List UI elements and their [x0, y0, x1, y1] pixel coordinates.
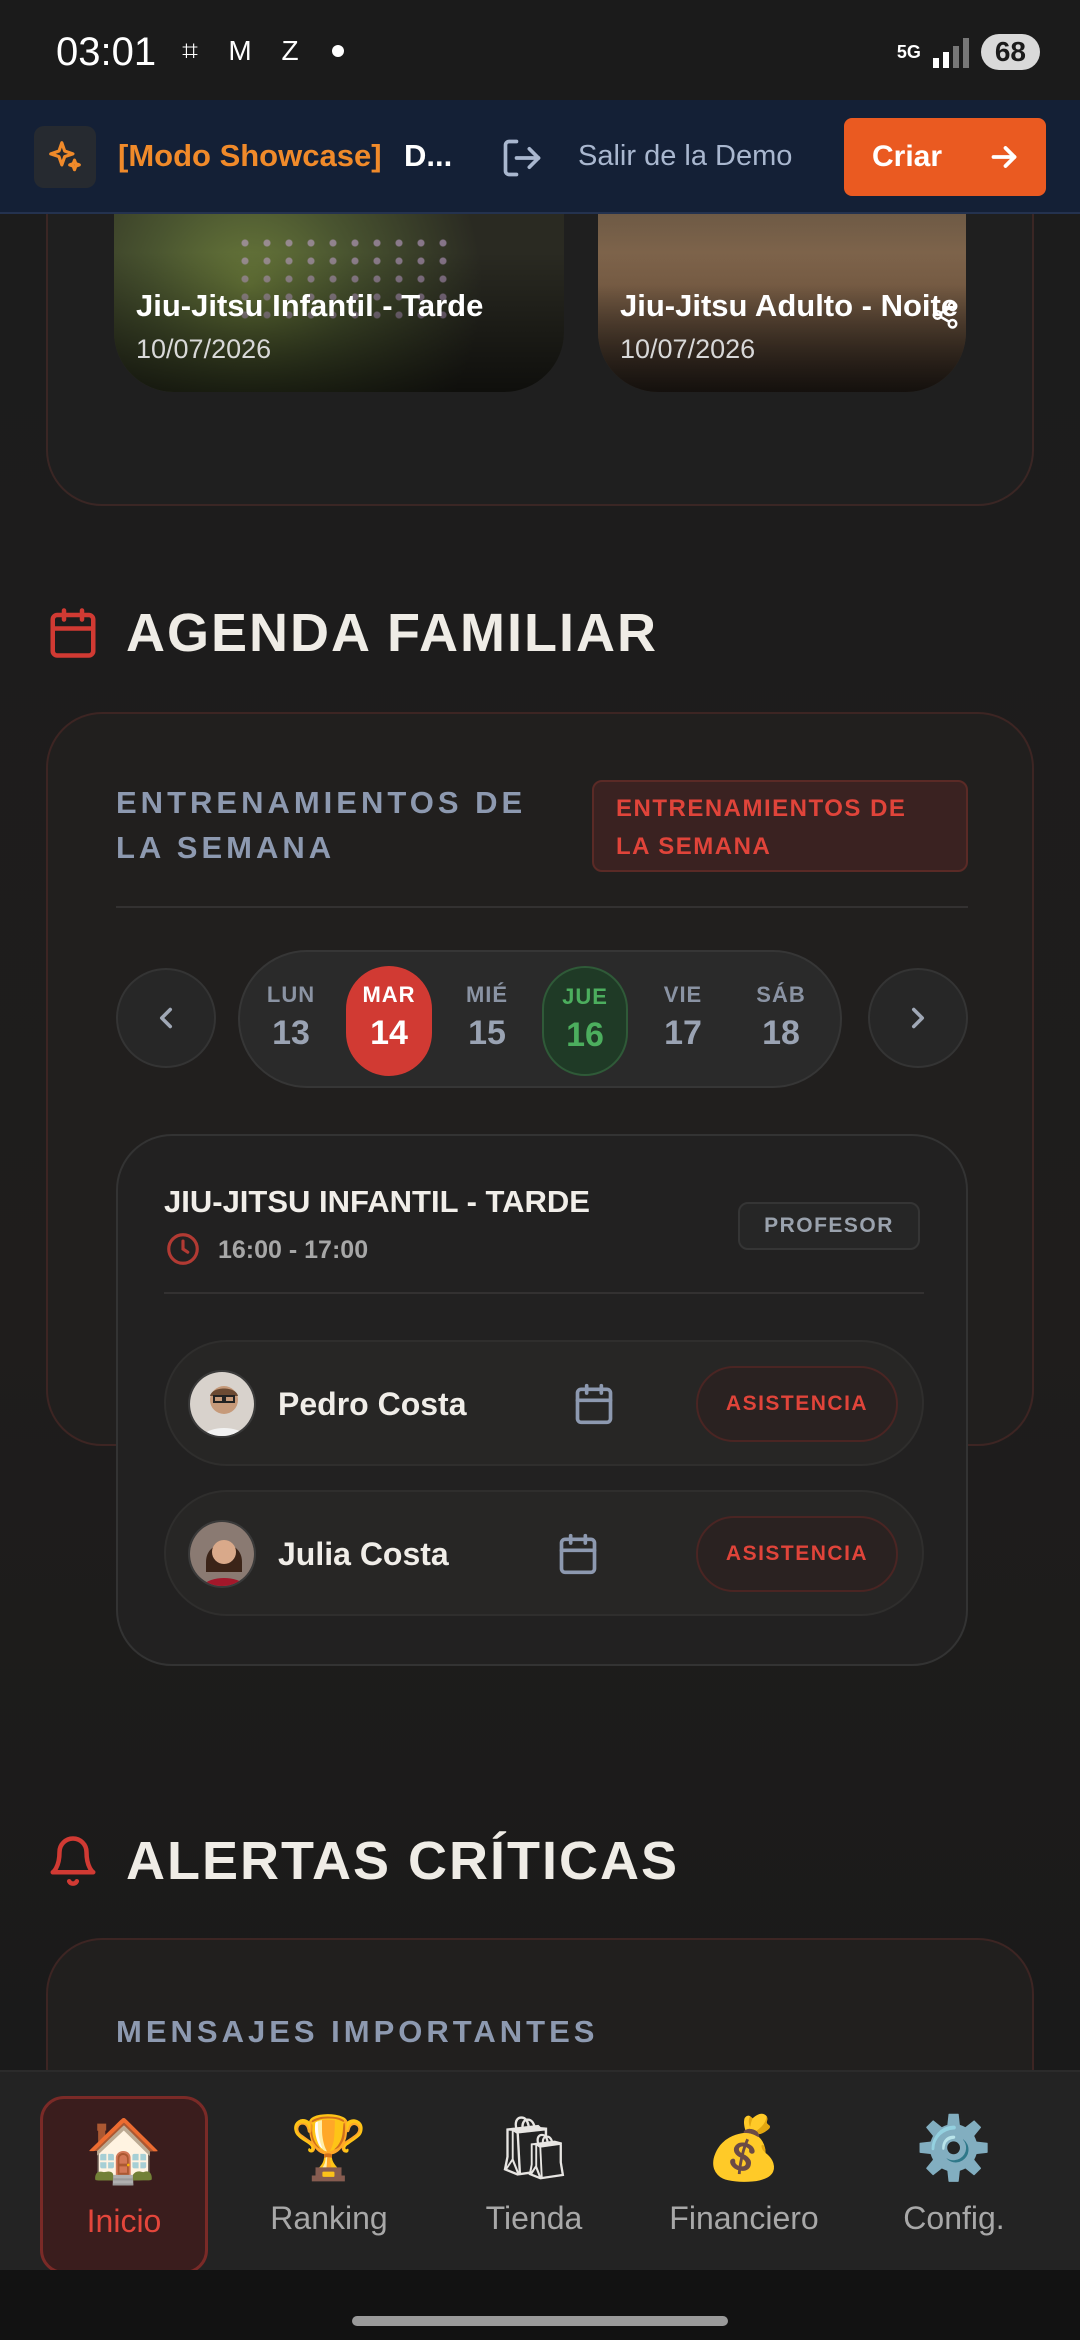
student-name: Pedro Costa [278, 1386, 467, 1422]
day-vie[interactable]: VIE 17 [640, 966, 726, 1076]
day-name: JUE [562, 984, 608, 1009]
app-icon: Z [281, 35, 299, 66]
day-name: SÁB [756, 982, 806, 1007]
status-bar: 03:01 ⌗ M Z 5G 68 [0, 0, 1080, 100]
event-date: 10/07/2026 [136, 334, 272, 364]
class-title: JIU-JITSU INFANTIL - TARDE [164, 1184, 590, 1219]
more-notifications-dot [332, 45, 344, 57]
scan-icon: ⌗ [182, 35, 198, 66]
agenda-section-header: AGENDA FAMILIAR [46, 602, 658, 664]
trophy-icon: 🏆 [290, 2114, 368, 2183]
nav-label: Inicio [86, 2203, 162, 2239]
exit-demo-link[interactable]: Salir de la Demo [578, 140, 792, 173]
network-indicator: 5G [896, 42, 921, 62]
gesture-bar [0, 2270, 1080, 2340]
prev-week-button[interactable] [116, 968, 216, 1068]
event-title: Jiu-Jitsu Infantil - Tarde [136, 288, 484, 323]
class-time: 16:00 - 17:00 [218, 1236, 369, 1264]
day-name: LUN [266, 982, 316, 1007]
section-title: AGENDA FAMILIAR [126, 603, 658, 663]
status-time: 03:01 [56, 30, 157, 74]
event-date: 10/07/2026 [620, 334, 756, 364]
calendar-icon[interactable] [556, 1532, 600, 1576]
sparkle-icon [34, 126, 96, 188]
status-right: 5G 68 [897, 34, 1040, 70]
clock-icon [167, 1233, 199, 1265]
section-title: ALERTAS CRÍTICAS [126, 1831, 679, 1891]
day-name: MAR [362, 982, 416, 1007]
battery-indicator: 68 [980, 34, 1040, 70]
day-number: 18 [762, 1014, 800, 1052]
attendance-button[interactable]: ASISTENCIA [696, 1516, 898, 1592]
demo-mode-label: [Modo Showcase] [118, 138, 382, 173]
agenda-badge: ENTRENAMIENTOS DE LA SEMANA [592, 780, 968, 872]
student-name: Julia Costa [278, 1536, 449, 1572]
chevron-right-icon [911, 1007, 925, 1029]
avatar [188, 1370, 256, 1438]
money-bag-icon: 💰 [705, 2114, 783, 2183]
demo-banner: [Modo Showcase] D... Salir de la Demo Cr… [0, 100, 1080, 214]
next-week-button[interactable] [868, 968, 968, 1068]
notification-icons: ⌗ M Z [172, 36, 344, 66]
day-lun[interactable]: LUN 13 [248, 966, 334, 1076]
main-content[interactable]: Jiu-Jitsu Infantil - Tarde 10/07/2026 Ji… [0, 214, 1080, 2070]
nav-label: Config. [903, 2200, 1005, 2236]
nav-label: Financiero [669, 2200, 819, 2236]
day-number: 15 [468, 1014, 506, 1052]
day-mie[interactable]: MIÉ 15 [444, 966, 530, 1076]
divider [116, 906, 968, 908]
signal-icon [932, 36, 969, 68]
nav-inicio[interactable]: 🏠 Inicio [40, 2096, 208, 2274]
nav-label: Tienda [485, 2200, 583, 2236]
alerts-section-header: ALERTAS CRÍTICAS [46, 1830, 679, 1892]
student-row: Pedro Costa ASISTENCIA [164, 1340, 924, 1466]
chevron-left-icon [159, 1007, 173, 1029]
exit-icon[interactable] [500, 136, 544, 180]
week-days-selector: LUN 13 MAR 14 MIÉ 15 JUE 16 VIE 17 SÁB 1… [238, 950, 842, 1088]
calendar-icon [50, 608, 96, 658]
gear-icon: ⚙️ [915, 2114, 993, 2183]
home-handle[interactable] [352, 2316, 728, 2326]
calendar-icon[interactable] [572, 1382, 616, 1426]
bottom-navigation: 🏠 Inicio 🏆 Ranking 🛍 Tienda 💰 Financiero… [0, 2070, 1080, 2274]
house-icon: 🏠 [85, 2117, 163, 2186]
event-title: Jiu-Jitsu Adulto - Noite [620, 288, 959, 323]
alerts-subheading: MENSAJES IMPORTANTES [116, 2014, 599, 2049]
nav-financiero[interactable]: 💰 Financiero [660, 2096, 828, 2274]
event-card-1[interactable]: Jiu-Jitsu Infantil - Tarde 10/07/2026 [114, 214, 564, 392]
day-jue[interactable]: JUE 16 [542, 966, 628, 1076]
create-button[interactable]: Criar [844, 118, 1046, 196]
shopping-bags-icon: 🛍 [494, 2114, 574, 2183]
bell-icon [50, 1836, 96, 1886]
day-number: 13 [272, 1014, 310, 1052]
gmail-icon: M [228, 35, 252, 66]
student-row: Julia Costa ASISTENCIA [164, 1490, 924, 1616]
role-badge: PROFESOR [738, 1202, 920, 1250]
nav-tienda[interactable]: 🛍 Tienda [450, 2096, 618, 2274]
create-button-label: Criar [872, 140, 943, 173]
day-number: 16 [566, 1016, 604, 1054]
share-icon[interactable] [930, 300, 960, 330]
nav-label: Ranking [270, 2200, 388, 2236]
alerts-card: MENSAJES IMPORTANTES [46, 1938, 1034, 2070]
day-number: 17 [664, 1014, 702, 1052]
nav-config[interactable]: ⚙️ Config. [870, 2096, 1038, 2274]
agenda-heading: ENTRENAMIENTOS DE LA SEMANA [116, 785, 527, 865]
nav-ranking[interactable]: 🏆 Ranking [245, 2096, 413, 2274]
agenda-card: ENTRENAMIENTOS DE LA SEMANA ENTRENAMIENT… [46, 712, 1034, 1666]
demo-mode-suffix: D... [404, 138, 453, 173]
day-number: 14 [370, 1014, 408, 1052]
event-card-2[interactable]: Jiu-Jitsu Adulto - Noite 10/07/2026 [598, 214, 966, 392]
class-card: JIU-JITSU INFANTIL - TARDE 16:00 - 17:00… [116, 1134, 968, 1666]
attendance-button[interactable]: ASISTENCIA [696, 1366, 898, 1442]
day-mar[interactable]: MAR 14 [346, 966, 432, 1076]
day-name: VIE [663, 982, 703, 1007]
arrow-right-icon [991, 146, 1017, 168]
day-sab[interactable]: SÁB 18 [738, 966, 824, 1076]
divider [164, 1292, 924, 1294]
avatar [188, 1520, 256, 1588]
day-name: MIÉ [465, 982, 509, 1007]
